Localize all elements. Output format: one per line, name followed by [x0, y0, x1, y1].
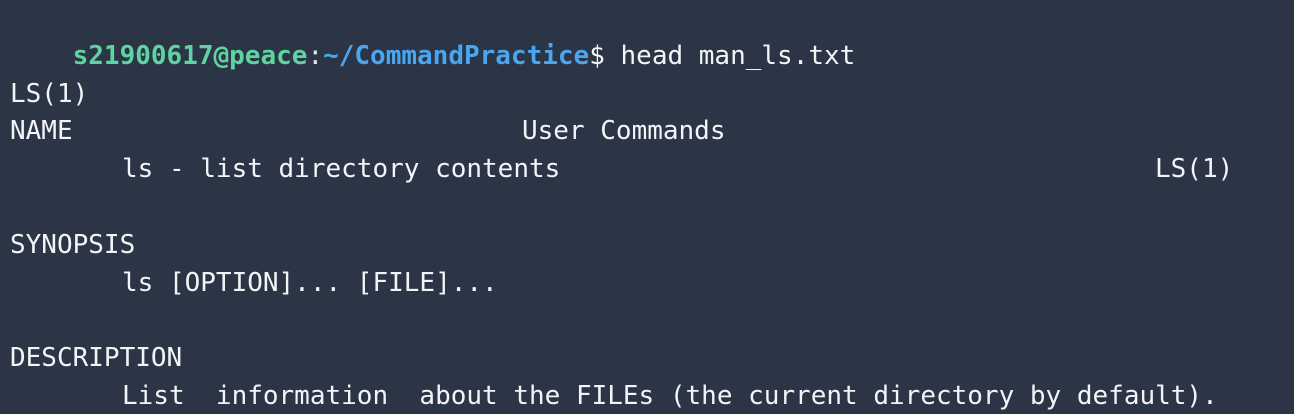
- section-heading-description: DESCRIPTION: [10, 343, 183, 374]
- man-header-line: LS(1) User Commands LS(1): [10, 38, 1294, 185]
- terminal-window[interactable]: s21900617@peace:~/CommandPractice$ head …: [0, 0, 1294, 414]
- section-body-description: List information about the FILEs (the cu…: [122, 380, 1218, 411]
- section-heading-name: NAME: [10, 116, 73, 147]
- prompt-line: s21900617@peace:~/CommandPractice$ head …: [10, 0, 1294, 71]
- section-body-synopsis: ls [OPTION]... [FILE]...: [122, 267, 498, 298]
- section-heading-synopsis: SYNOPSIS: [10, 229, 136, 260]
- section-body-name: ls - list directory contents: [122, 154, 561, 185]
